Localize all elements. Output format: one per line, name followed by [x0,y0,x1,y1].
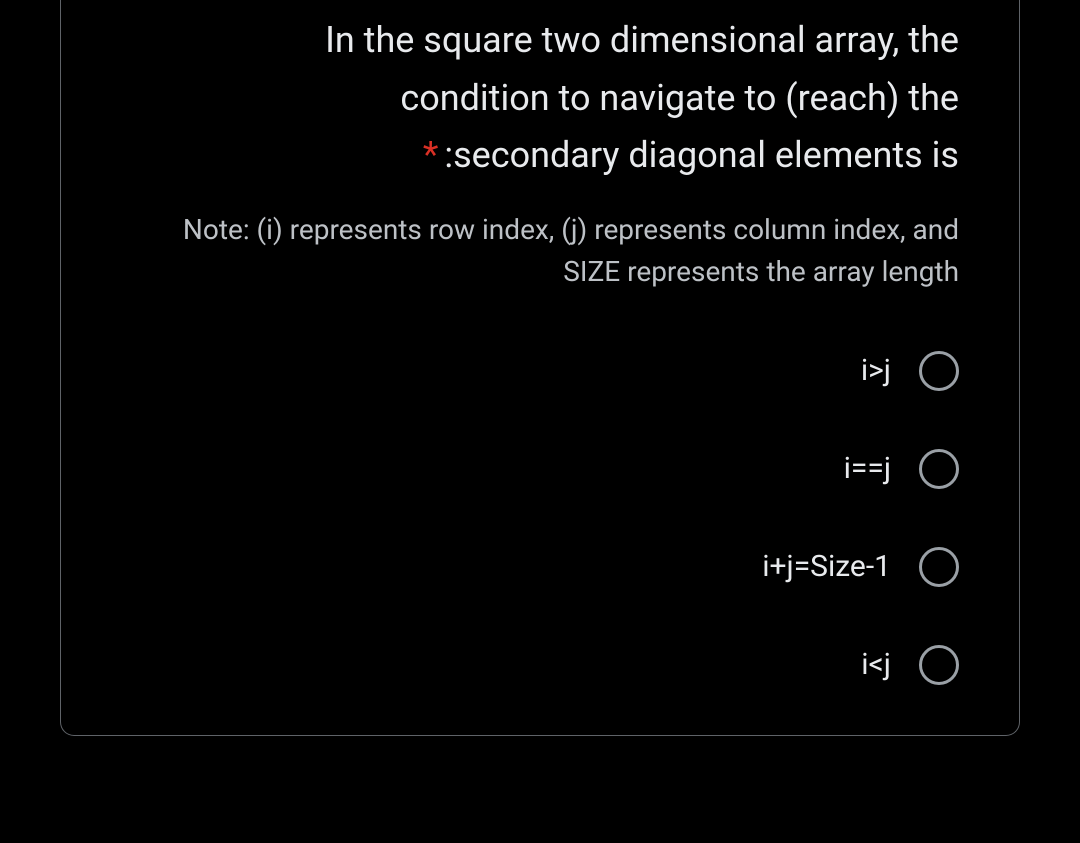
question-line-3-text: :secondary diagonal elements is [444,134,959,176]
option-label: i+j=Size-1 [762,549,891,584]
option-row[interactable]: i>j [121,351,959,391]
question-line-2: condition to navigate to (reach) the [121,70,959,128]
radio-icon [919,645,959,685]
question-line-1: In the square two dimensional array, the [121,12,959,70]
question-card: In the square two dimensional array, the… [60,0,1020,736]
option-label: i>j [861,353,891,388]
options-group: i>j i==j i+j=Size-1 i<j [121,351,959,685]
option-row[interactable]: i<j [121,645,959,685]
required-marker: * [423,134,439,176]
option-label: i<j [861,647,891,682]
question-text-block: In the square two dimensional array, the… [121,12,959,185]
radio-icon [919,547,959,587]
radio-icon [919,449,959,489]
option-row[interactable]: i==j [121,449,959,489]
question-line-3: *:secondary diagonal elements is [121,127,959,185]
option-row[interactable]: i+j=Size-1 [121,547,959,587]
option-label: i==j [844,451,891,486]
question-note: Note: (i) represents row index, (j) repr… [121,209,959,293]
radio-icon [919,351,959,391]
